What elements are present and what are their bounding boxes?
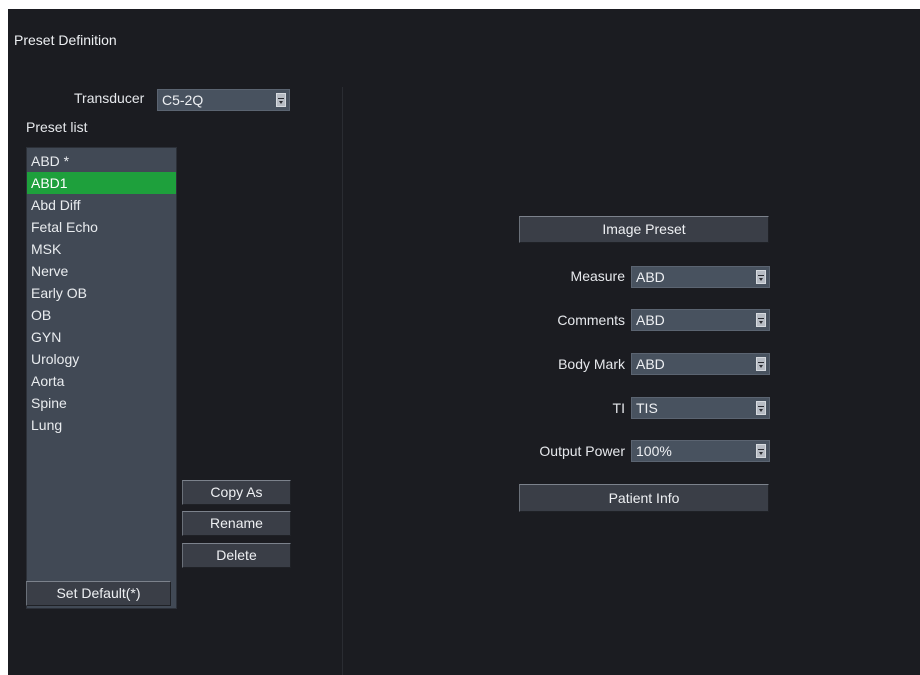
dropdown-arrow-icon[interactable] [276, 93, 286, 107]
ti-select[interactable]: TIS [631, 397, 770, 419]
comments-label: Comments [557, 312, 625, 328]
set-default-button[interactable]: Set Default(*) [26, 581, 171, 606]
panel-divider [342, 87, 343, 675]
transducer-label: Transducer [74, 90, 145, 106]
comments-value: ABD [636, 312, 665, 328]
transducer-value: C5-2Q [162, 92, 204, 108]
ti-value: TIS [636, 400, 658, 416]
list-item[interactable]: Fetal Echo [27, 216, 176, 238]
list-item[interactable]: OB [27, 304, 176, 326]
list-item[interactable]: Early OB [27, 282, 176, 304]
body-mark-label: Body Mark [558, 356, 625, 372]
list-item[interactable]: ABD * [27, 150, 176, 172]
preset-definition-screen: Preset Definition Transducer C5-2Q Prese… [8, 9, 920, 675]
preset-list-label: Preset list [26, 119, 88, 135]
list-item[interactable]: Aorta [27, 370, 176, 392]
copy-as-button[interactable]: Copy As [182, 480, 291, 505]
body-mark-select[interactable]: ABD [631, 353, 770, 375]
measure-value: ABD [636, 269, 665, 285]
dropdown-arrow-icon[interactable] [756, 270, 766, 284]
list-item[interactable]: Nerve [27, 260, 176, 282]
dropdown-arrow-icon[interactable] [756, 401, 766, 415]
list-item[interactable]: Lung [27, 414, 176, 436]
preset-list[interactable]: ABD * ABD1 Abd Diff Fetal Echo MSK Nerve… [26, 147, 177, 609]
list-item[interactable]: Spine [27, 392, 176, 414]
rename-button[interactable]: Rename [182, 511, 291, 536]
list-item[interactable]: GYN [27, 326, 176, 348]
page-title: Preset Definition [14, 32, 117, 48]
patient-info-button[interactable]: Patient Info [519, 484, 769, 512]
output-power-select[interactable]: 100% [631, 440, 770, 462]
list-item[interactable]: Urology [27, 348, 176, 370]
image-preset-button[interactable]: Image Preset [519, 216, 769, 243]
list-item-selected[interactable]: ABD1 [27, 172, 176, 194]
dropdown-arrow-icon[interactable] [756, 313, 766, 327]
list-item[interactable]: MSK [27, 238, 176, 260]
list-item[interactable]: Abd Diff [27, 194, 176, 216]
output-power-value: 100% [636, 443, 672, 459]
transducer-select[interactable]: C5-2Q [157, 89, 290, 111]
body-mark-value: ABD [636, 356, 665, 372]
measure-label: Measure [570, 268, 625, 284]
comments-select[interactable]: ABD [631, 309, 770, 331]
ti-label: TI [612, 400, 625, 416]
dropdown-arrow-icon[interactable] [756, 444, 766, 458]
measure-select[interactable]: ABD [631, 266, 770, 288]
dropdown-arrow-icon[interactable] [756, 357, 766, 371]
delete-button[interactable]: Delete [182, 543, 291, 568]
output-power-label: Output Power [539, 443, 625, 459]
